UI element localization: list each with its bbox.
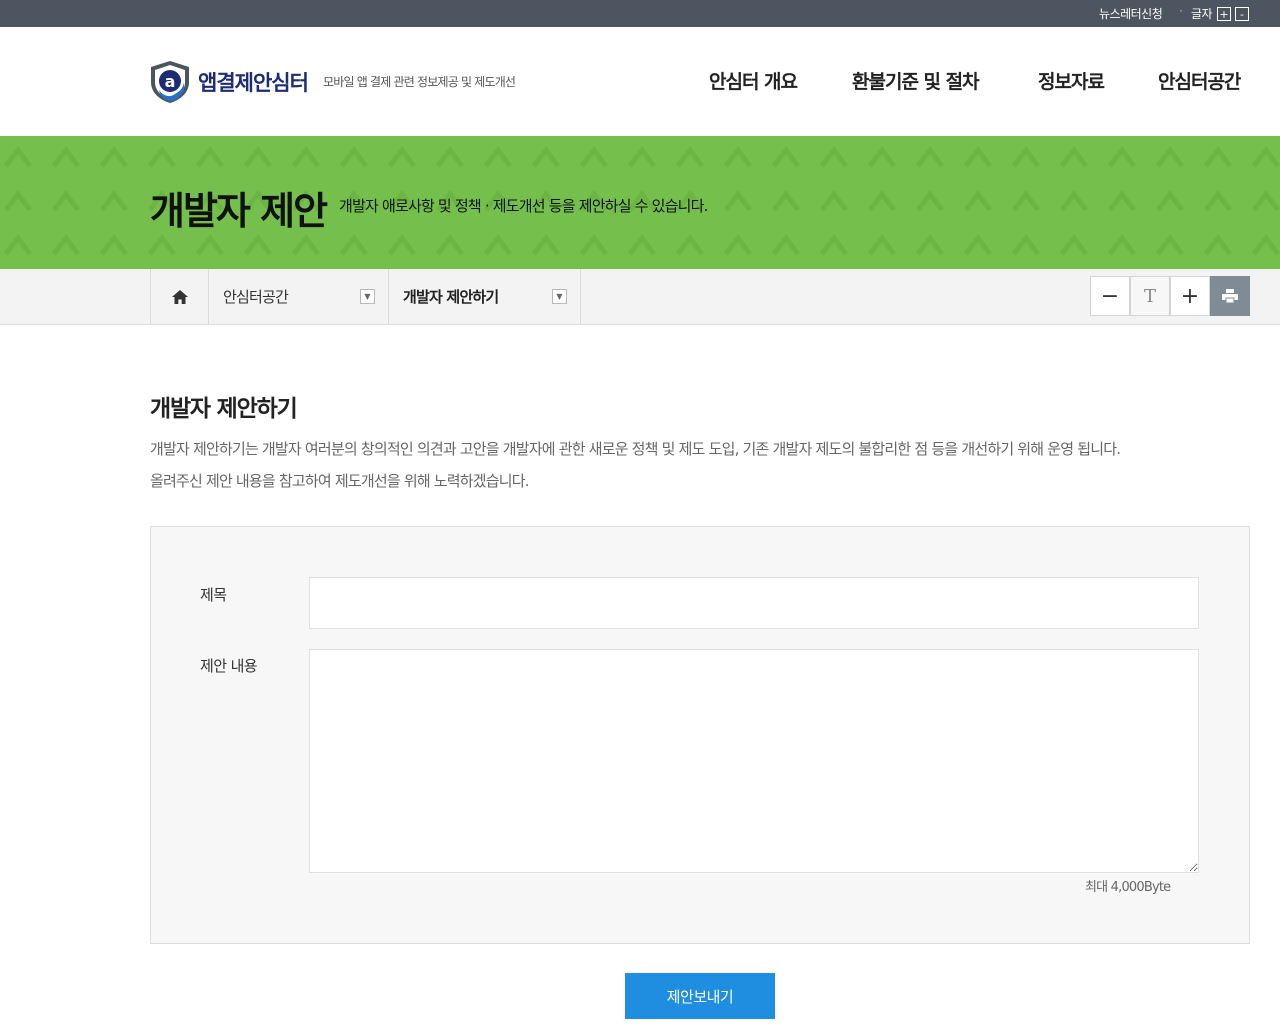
logo-name[interactable]: 앱결제안심터 <box>198 67 309 97</box>
breadcrumb-label: 개발자 제안하기 <box>403 288 499 306</box>
proposal-textarea[interactable] <box>309 649 1199 873</box>
breadcrumb: 안심터공간 ▼ 개발자 제안하기 ▼ − T + <box>0 269 1280 325</box>
zoom-out-button[interactable]: − <box>1090 276 1130 316</box>
font-size-increase-button[interactable]: + <box>1217 7 1231 21</box>
banner-subtitle: 개발자 애로사항 및 정책 · 제도개선 등을 제안하실 수 있습니다. <box>339 197 708 215</box>
page-banner: 개발자 제안 개발자 애로사항 및 정책 · 제도개선 등을 제안하실 수 있습… <box>0 136 1280 269</box>
nav-item-info[interactable]: 정보자료 <box>1038 67 1105 94</box>
logo-description: 모바일 앱 결제 관련 정보제공 및 제도개선 <box>323 75 516 89</box>
proposal-form: 제목 제안 내용 최대 4,000Byte <box>150 526 1250 944</box>
intro-text-line1: 개발자 제안하기는 개발자 여러분의 창의적인 의견과 고안을 개발자에 관한 … <box>150 440 1121 458</box>
nav-item-refund[interactable]: 환불기준 및 절차 <box>852 67 980 94</box>
shield-logo-icon[interactable]: a <box>149 60 191 104</box>
body-label: 제안 내용 <box>200 657 258 675</box>
zoom-in-button[interactable]: + <box>1170 276 1210 316</box>
intro-text-line2: 올려주신 제안 내용을 참고하여 제도개선을 위해 노력하겠습니다. <box>150 472 530 490</box>
subject-input[interactable] <box>309 577 1199 629</box>
svg-text:a: a <box>165 72 176 91</box>
banner-title: 개발자 제안 <box>150 189 328 233</box>
separator-dot: · <box>1179 4 1183 18</box>
text-reset-button[interactable]: T <box>1130 276 1170 316</box>
max-bytes-note: 최대 4,000Byte <box>1085 880 1171 895</box>
submit-proposal-button[interactable]: 제안보내기 <box>625 973 775 1019</box>
site-header: a 앱결제안심터 모바일 앱 결제 관련 정보제공 및 제도개선 안심터 개요 … <box>0 27 1280 136</box>
print-button[interactable] <box>1210 276 1250 316</box>
top-utility-bar: 뉴스레터신청 · 글자 + - <box>0 0 1280 27</box>
chevron-down-icon[interactable]: ▼ <box>360 289 375 304</box>
page-title: 개발자 제안하기 <box>150 396 298 422</box>
home-icon <box>171 289 188 304</box>
newsletter-link[interactable]: 뉴스레터신청 <box>1099 5 1163 22</box>
font-size-label: 글자 <box>1191 7 1213 21</box>
nav-item-space[interactable]: 안심터공간 <box>1158 67 1241 94</box>
home-button[interactable] <box>150 269 209 324</box>
breadcrumb-item-current[interactable]: 개발자 제안하기 ▼ <box>389 269 581 324</box>
chevron-down-icon[interactable]: ▼ <box>552 289 567 304</box>
print-icon <box>1222 289 1238 303</box>
nav-item-overview[interactable]: 안심터 개요 <box>709 67 798 94</box>
font-size-decrease-button[interactable]: - <box>1235 7 1249 21</box>
subject-label: 제목 <box>200 586 227 604</box>
breadcrumb-item-space[interactable]: 안심터공간 ▼ <box>209 269 389 324</box>
breadcrumb-label: 안심터공간 <box>223 288 289 306</box>
